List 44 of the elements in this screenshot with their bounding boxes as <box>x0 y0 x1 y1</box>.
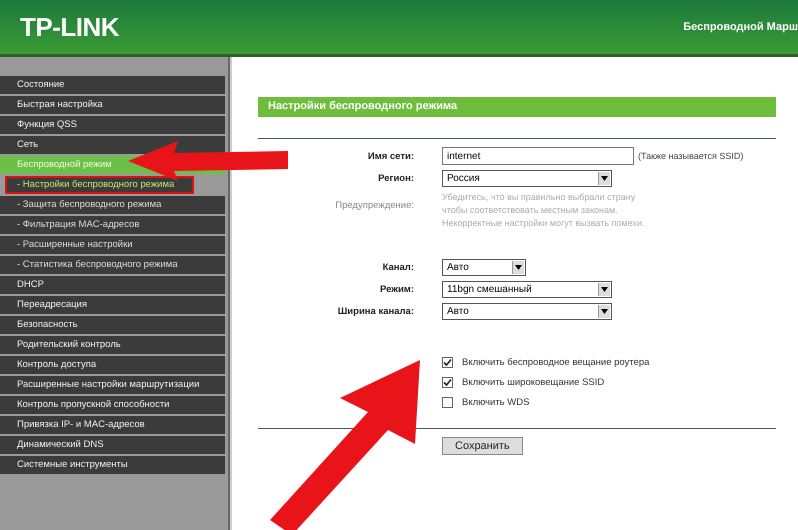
dropdown[interactable]: Авто <box>442 302 612 320</box>
dropdown[interactable]: 11bgn смешанный <box>442 280 612 298</box>
sidebar-item[interactable]: - Защита беспроводного режима <box>0 196 225 214</box>
warning-text: Убедитесь, что вы правильно выбрали страну <box>442 191 636 204</box>
sidebar-item[interactable]: - Статистика беспроводного режима <box>0 256 225 274</box>
sidebar-item[interactable]: Быстрая настройка <box>0 96 225 114</box>
field-label: Имя сети: <box>366 150 415 162</box>
sidebar-item[interactable]: Безопасность <box>0 316 225 334</box>
field-hint: (Также называется SSID) <box>638 151 744 161</box>
sidebar-item[interactable]: Сеть <box>0 136 225 154</box>
checkbox-label: Включить WDS <box>462 397 530 408</box>
field-label: Ширина канала: <box>336 306 415 316</box>
field-label: Режим: <box>378 284 415 294</box>
sidebar-item[interactable]: - Расширенные настройки <box>0 236 225 254</box>
field-label: Канал: <box>382 262 415 272</box>
sidebar-item[interactable]: Родительский контроль <box>0 336 225 354</box>
checkbox-label: Включить беспроводное вещание роутера <box>462 357 650 368</box>
dropdown[interactable]: Россия <box>442 170 612 186</box>
logo: TP-LINK <box>20 12 120 42</box>
field-label: Регион: <box>377 172 415 184</box>
sidebar-item[interactable]: Привязка IP- и MAC-адресов <box>0 416 225 434</box>
checkbox-label: Включить широковещание SSID <box>462 377 604 388</box>
save-button[interactable]: Сохранить <box>442 437 523 455</box>
sidebar-item[interactable]: Контроль доступа <box>0 356 225 374</box>
sidebar-item[interactable]: - Фильтрация MAC-адресов <box>0 216 225 234</box>
sidebar-item[interactable]: Расширенные настройки маршрутизации <box>0 376 225 394</box>
sidebar-item[interactable]: - Настройки беспроводного режима <box>5 176 194 194</box>
sidebar-item[interactable]: Динамический DNS <box>0 436 225 454</box>
checkbox[interactable] <box>442 377 453 388</box>
sidebar-item[interactable]: Функция QSS <box>0 116 225 134</box>
checkbox[interactable] <box>442 397 453 408</box>
sidebar-item[interactable]: Переадресация <box>0 296 225 314</box>
section-title: Настройки беспроводного режима <box>258 97 776 117</box>
sidebar-item[interactable]: DHCP <box>0 276 225 294</box>
sidebar-item[interactable]: Системные инструменты <box>0 456 225 474</box>
warning-text: Некорректные настройки могут вызвать помехи. <box>442 217 644 230</box>
warning-text: чтобы соответствовать местным законам. <box>442 204 619 217</box>
dropdown[interactable]: Авто <box>442 258 526 276</box>
header-title: Беспроводной Марш <box>683 21 798 33</box>
network-name-field[interactable]: internet <box>442 147 634 165</box>
sidebar-item[interactable]: Состояние <box>0 76 225 94</box>
checkbox[interactable] <box>442 357 453 368</box>
sidebar-item[interactable]: Контроль пропускной способности <box>0 396 225 414</box>
field-label: Предупреждение: <box>334 199 415 211</box>
